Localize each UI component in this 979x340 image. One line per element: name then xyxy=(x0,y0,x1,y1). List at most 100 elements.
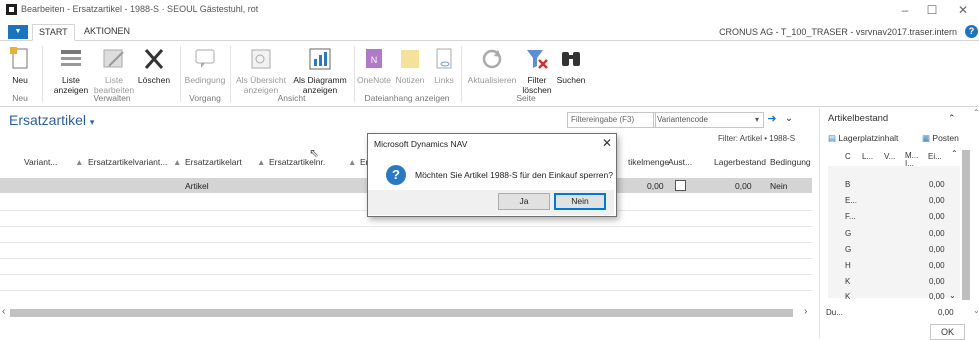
delete-x-icon xyxy=(141,46,167,72)
factbox-row-value: 0,00 xyxy=(929,180,945,189)
factbox-row-value: 0,00 xyxy=(929,229,945,238)
chevron-down-icon: ▾ xyxy=(89,117,95,127)
row-divider xyxy=(0,242,812,243)
apply-filter-arrow-icon[interactable]: ➜ xyxy=(765,112,779,126)
find-button[interactable]: Suchen xyxy=(555,46,587,85)
factbox-row-value: 0,00 xyxy=(929,277,945,286)
svg-text:N: N xyxy=(371,55,378,65)
scrollbar-thumb[interactable] xyxy=(10,309,793,317)
factbox-row-value: 0,00 xyxy=(929,245,945,254)
sort-icon: ▲ xyxy=(75,157,84,167)
scroll-down-icon[interactable]: ⌄ xyxy=(949,291,956,300)
condition-button[interactable]: Bedingung xyxy=(183,46,227,85)
help-icon[interactable]: ? xyxy=(965,25,978,38)
col-header-variant[interactable]: Variant... xyxy=(24,157,57,167)
links-button[interactable]: Links xyxy=(431,46,457,85)
factbox-row-label: H xyxy=(845,261,851,270)
factbox-row-value: 0,00 xyxy=(929,212,945,221)
factbox-col-ei[interactable]: Ei... xyxy=(928,152,942,161)
dialog-message: Möchten Sie Artikel 1988-S für den Einka… xyxy=(415,170,613,180)
factbox-col-c[interactable]: C xyxy=(845,152,851,161)
austausch-checkbox[interactable] xyxy=(675,180,686,191)
group-label-vorgang: Vorgang xyxy=(189,93,221,103)
factbox-row-label: F... xyxy=(845,212,856,221)
binoculars-icon xyxy=(558,46,584,72)
scroll-down-icon[interactable]: ⌄ xyxy=(973,306,979,315)
show-as-chart-button[interactable]: Als Diagramm anzeigen xyxy=(290,46,350,95)
refresh-button[interactable]: Aktualisieren xyxy=(466,46,518,85)
factbox-scrollbar[interactable] xyxy=(962,150,970,300)
group-label-ansicht: Ansicht xyxy=(277,93,306,103)
sort-icon: ▲ xyxy=(173,157,182,167)
question-icon: ? xyxy=(386,165,406,185)
ok-button[interactable]: OK xyxy=(930,324,965,340)
bin-content-icon: ▤ xyxy=(828,133,837,143)
sort-icon: ▲ xyxy=(257,157,266,167)
col-header-ersatzartikelvariant[interactable]: Ersatzartikelvariant... xyxy=(88,157,167,167)
show-list-button[interactable]: Liste anzeigen xyxy=(51,46,91,95)
cell-artikelmenge: 0,00 xyxy=(647,181,664,191)
cell-bedingung: Nein xyxy=(770,181,788,191)
col-header-artikelmenge[interactable]: tikelmenge xyxy=(628,157,669,167)
group-separator xyxy=(180,46,181,102)
group-label-dateianhang: Dateianhang anzeigen xyxy=(364,93,450,103)
mouse-cursor-icon: ⇖ xyxy=(309,146,320,160)
filter-field-select[interactable]: Variantencode ▾ xyxy=(653,112,764,128)
col-header-bedingung[interactable]: Bedingung xyxy=(770,157,811,167)
dialog-close-icon[interactable]: ✕ xyxy=(602,136,612,150)
scroll-right-icon[interactable]: › xyxy=(804,306,807,317)
dropdown-arrow-icon: ▾ xyxy=(754,115,759,124)
scroll-up-icon[interactable]: ⌃ xyxy=(951,149,958,158)
factbox-row-label: B xyxy=(845,180,851,189)
window-title: Bearbeiten - Ersatzartikel - 1988-S · SE… xyxy=(21,4,259,14)
collapse-icon[interactable]: ⌃ xyxy=(948,113,956,124)
col-header-lagerbestand[interactable]: Lagerbestand xyxy=(714,157,766,167)
edit-list-button[interactable]: Liste bearbeiten xyxy=(93,46,135,95)
onenote-icon: N xyxy=(361,46,387,72)
cell-lagerbestand: 0,00 xyxy=(735,181,752,191)
new-button[interactable]: Neu xyxy=(6,46,34,85)
expand-filter-chevron-icon[interactable]: ⌄ xyxy=(782,112,796,126)
app-menu-button[interactable]: ▼ xyxy=(8,25,28,39)
minimize-icon[interactable]: – xyxy=(892,2,918,18)
tab-aktionen[interactable]: AKTIONEN xyxy=(78,24,136,39)
factbox-tab-posten[interactable]: ▦ Posten xyxy=(922,133,959,144)
scroll-left-icon[interactable]: ‹ xyxy=(2,306,5,317)
onenote-button[interactable]: N OneNote xyxy=(357,46,391,85)
tab-start[interactable]: START xyxy=(32,24,75,41)
factbox-col-l[interactable]: L... xyxy=(862,152,873,161)
scroll-up-icon[interactable]: ⌃ xyxy=(973,108,979,117)
filter-input[interactable]: Filtereingabe (F3) xyxy=(567,112,656,128)
show-as-overview-button[interactable]: Als Übersicht anzeigen xyxy=(233,46,289,95)
edit-list-icon xyxy=(101,46,127,72)
factbox-footer-value: 0,00 xyxy=(938,308,954,317)
row-divider xyxy=(0,274,812,275)
factbox-tab-lagerplatzinhalt[interactable]: ▤ Lagerplatzinhalt xyxy=(828,133,898,144)
dialog-title: Microsoft Dynamics NAV xyxy=(374,139,468,149)
comment-icon xyxy=(192,46,218,72)
factbox-row-label: K xyxy=(845,277,851,286)
no-button[interactable]: Nein xyxy=(554,193,606,210)
clear-filter-icon xyxy=(524,46,550,72)
clear-filter-button[interactable]: Filter löschen xyxy=(522,46,552,95)
group-separator xyxy=(461,46,462,102)
col-header-ersatzartikelart[interactable]: Ersatzartikelart xyxy=(185,157,242,167)
group-separator xyxy=(230,46,231,102)
new-document-icon xyxy=(7,46,33,72)
list-icon xyxy=(58,46,84,72)
yes-button[interactable]: Ja xyxy=(498,193,550,210)
notes-button[interactable]: Notizen xyxy=(393,46,427,85)
delete-button[interactable]: Löschen xyxy=(136,46,172,85)
factbox-row-value: 0,00 xyxy=(929,261,945,270)
maximize-icon[interactable]: ☐ xyxy=(919,2,945,18)
col-header-austausch[interactable]: Aust... xyxy=(668,157,692,167)
refresh-icon xyxy=(479,46,505,72)
notes-icon xyxy=(397,46,423,72)
factbox-row-label: G xyxy=(845,245,852,254)
close-icon[interactable]: ✕ xyxy=(950,2,976,18)
group-label-verwalten: Verwalten xyxy=(93,93,131,103)
factbox-col-v[interactable]: V... xyxy=(884,152,895,161)
group-separator xyxy=(42,46,43,102)
company-info: CRONUS AG - T_100_TRASER - vsrvnav2017.t… xyxy=(719,27,957,37)
page-title[interactable]: Ersatzartikel ▾ xyxy=(9,112,94,128)
